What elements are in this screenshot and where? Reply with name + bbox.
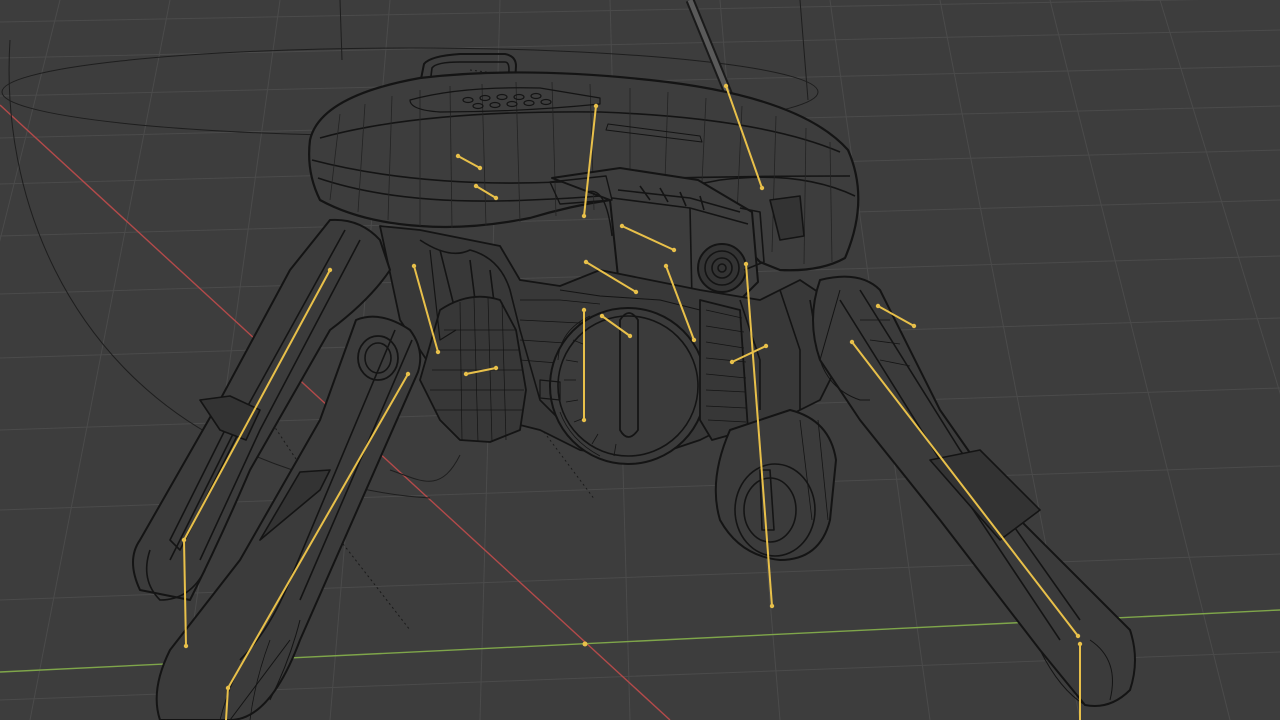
leg-rear-right[interactable] [714, 409, 837, 561]
gear-ring-right[interactable] [699, 299, 749, 441]
front-drum[interactable] [549, 307, 707, 465]
robot-mesh[interactable] [132, 0, 1136, 720]
world-origin-marker [582, 641, 588, 647]
bone[interactable] [851, 341, 1079, 637]
3d-viewport[interactable] [0, 0, 1280, 720]
leg-front-right[interactable] [812, 275, 1136, 707]
viewport-canvas[interactable] [0, 0, 1280, 720]
